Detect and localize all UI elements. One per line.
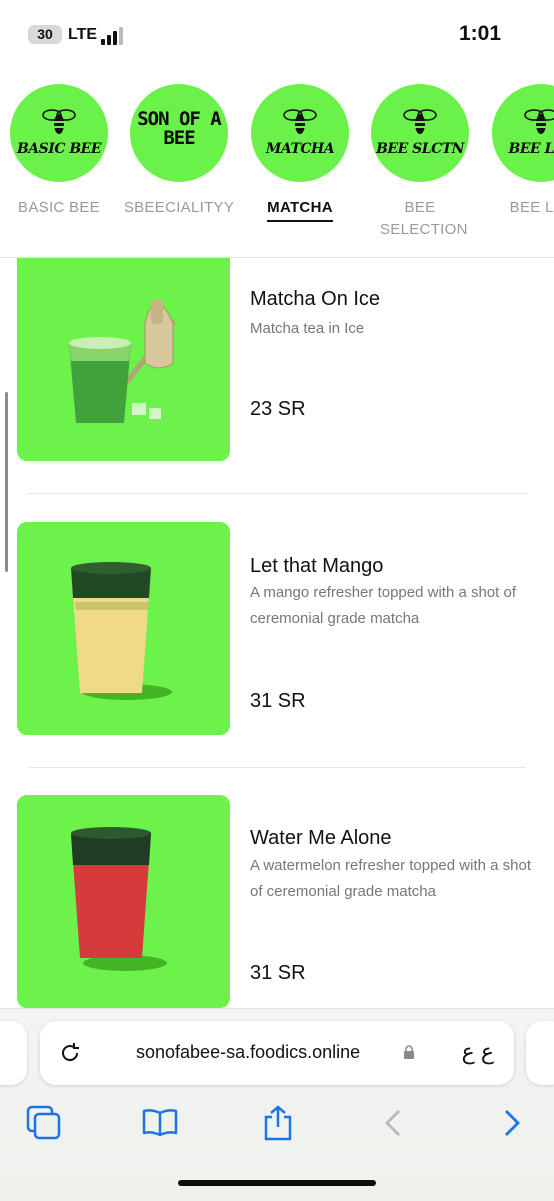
product-name: Water Me Alone [250, 827, 392, 849]
product-price: 31 SR [250, 690, 306, 712]
product-image [17, 795, 230, 1008]
network-type: LTE [68, 26, 98, 43]
product-image [17, 258, 230, 461]
product-price: 31 SR [250, 962, 306, 984]
product-item-water-me-alone[interactable]: Water Me Alone A watermelon refresher to… [0, 795, 554, 1008]
category-logo: BEE LAT [492, 84, 554, 182]
bee-icon [524, 109, 554, 134]
product-item-let-that-mango[interactable]: Let that Mango A mango refresher topped … [0, 522, 554, 736]
bee-icon [42, 109, 76, 134]
next-tab-preview[interactable] [526, 1021, 554, 1085]
product-price: 23 SR [250, 398, 306, 420]
category-basic-bee[interactable]: BASIC BEE BASIC BEE [0, 84, 119, 219]
category-logo: SON OF A BEE [130, 84, 228, 182]
reload-icon[interactable] [58, 1041, 82, 1065]
category-bee-lat[interactable]: BEE LAT BEE LAT [481, 84, 554, 219]
battery-indicator: 30 [28, 25, 62, 44]
category-sbeecialityy[interactable]: SON OF A BEE SBEECIALITYY [119, 84, 239, 219]
share-icon[interactable] [258, 1103, 298, 1143]
address-bar[interactable]: sonofabee-sa.foodics.online ع ع [40, 1021, 514, 1085]
scroll-indicator[interactable] [5, 392, 8, 572]
tabs-icon[interactable] [24, 1103, 64, 1143]
bookmarks-icon[interactable] [140, 1103, 180, 1143]
category-carousel[interactable]: BASIC BEE BASIC BEE SON OF A BEE SBEECIA… [0, 78, 554, 258]
product-description: Matcha tea in Ice [250, 320, 365, 337]
category-logo: MATCHA [251, 84, 349, 182]
product-name: Let that Mango [250, 555, 384, 577]
signal-icon [101, 27, 127, 45]
category-bee-selection[interactable]: BEE SLCTN BEE SELECTION [360, 84, 480, 241]
product-description: A mango refresher topped with a shot of … [250, 584, 516, 627]
bee-icon [403, 109, 437, 134]
product-list[interactable]: Matcha On Ice Matcha tea in Ice 23 SR Le… [0, 258, 554, 1008]
bee-icon [283, 109, 317, 134]
url-text[interactable]: sonofabee-sa.foodics.online [136, 1042, 360, 1063]
status-bar: 30 LTE 1:01 [0, 0, 554, 70]
product-description: A watermelon refresher topped with a sho… [250, 857, 531, 900]
divider [28, 767, 526, 768]
status-time: 1:01 [458, 22, 501, 45]
category-logo: BASIC BEE [10, 84, 108, 182]
product-image [17, 522, 230, 735]
category-logo: BEE SLCTN [371, 84, 469, 182]
home-indicator[interactable] [178, 1180, 376, 1186]
browser-toolbar: sonofabee-sa.foodics.online ع ع [0, 1008, 554, 1201]
previous-tab-preview[interactable] [0, 1021, 27, 1085]
back-icon[interactable] [373, 1103, 413, 1143]
text-size-button[interactable]: ع ع [462, 1039, 494, 1065]
product-name: Matcha On Ice [250, 288, 381, 310]
category-label-active: MATCHA [267, 197, 333, 222]
divider [28, 493, 526, 494]
lock-icon [404, 1045, 414, 1059]
product-item-matcha-on-ice[interactable]: Matcha On Ice Matcha tea in Ice 23 SR [0, 258, 554, 462]
category-matcha[interactable]: MATCHA MATCHA [240, 84, 360, 222]
forward-icon[interactable] [492, 1103, 532, 1143]
